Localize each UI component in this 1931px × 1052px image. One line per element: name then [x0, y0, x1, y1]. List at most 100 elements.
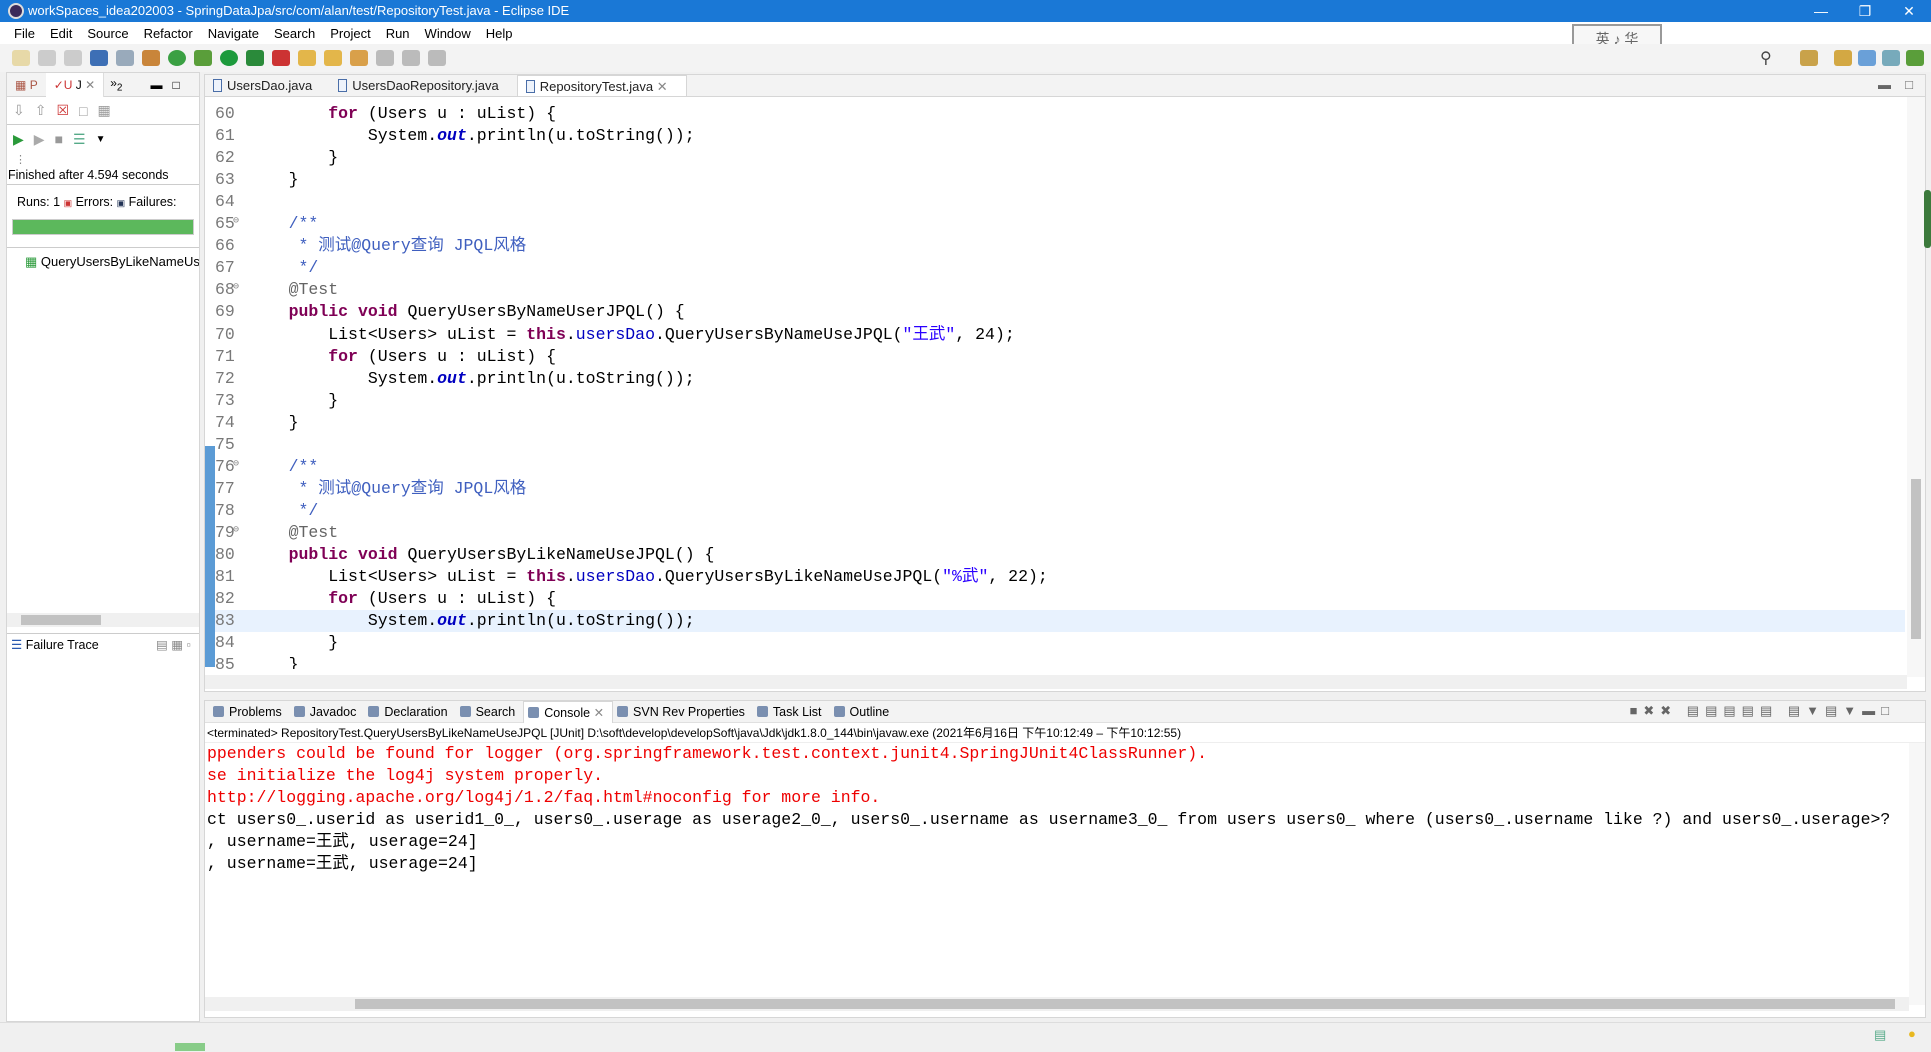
annotation-icon[interactable] [376, 50, 394, 66]
code-line[interactable]: 70 List<Users> uList = this.usersDao.Que… [205, 324, 1905, 346]
code-line[interactable]: 80 public void QueryUsersByLikeNameUseJP… [205, 544, 1905, 566]
code-line[interactable]: 64 [205, 191, 1905, 213]
console-output[interactable]: ppenders could be found for logger (org.… [205, 743, 1925, 875]
coverage-icon[interactable] [246, 50, 264, 66]
editor-tab[interactable]: UsersDaoRepository.java [330, 75, 516, 96]
fold-toggle-icon[interactable]: ⊖ [233, 277, 239, 299]
tab-console[interactable]: Console ✕ [523, 700, 614, 723]
editor-tab[interactable]: RepositoryTest.java ✕ [516, 75, 687, 96]
code-line[interactable]: 60 for (Users u : uList) { [205, 103, 1905, 125]
compare-icon[interactable]: ▤ ▦ ▫ [156, 634, 191, 656]
new-package-icon[interactable] [142, 50, 160, 66]
code-line[interactable]: 62 } [205, 147, 1905, 169]
close-tab-icon[interactable]: ✕ [594, 706, 604, 720]
external-tools-icon[interactable] [272, 50, 290, 66]
editor-minimize-button[interactable]: ▬ [1878, 77, 1891, 92]
terminal-icon[interactable] [90, 50, 108, 66]
menu-navigate[interactable]: Navigate [208, 26, 259, 41]
code-line[interactable]: 74 } [205, 412, 1905, 434]
debug-perspective-icon[interactable] [1906, 50, 1924, 66]
menu-source[interactable]: Source [87, 26, 128, 41]
code-line[interactable]: 65 ⊖ /** [205, 213, 1905, 235]
history-icon[interactable]: ☰ [73, 131, 86, 148]
editor-horizontal-scrollbar[interactable] [205, 675, 1907, 689]
menu-help[interactable]: Help [486, 26, 513, 41]
tip-icon[interactable]: ● [1908, 1026, 1916, 1041]
code-line[interactable]: 61 System.out.println(u.toString()); [205, 125, 1905, 147]
editor-maximize-button[interactable]: □ [1905, 77, 1913, 92]
notifications-icon[interactable]: ▤ [1874, 1027, 1886, 1043]
code-line[interactable]: 82 for (Users u : uList) { [205, 588, 1905, 610]
code-line[interactable]: 75 [205, 434, 1905, 456]
tab-outline[interactable]: Outline [830, 701, 898, 723]
code-line[interactable]: 85 } [205, 654, 1905, 669]
maximize-view-button[interactable]: □ [172, 78, 179, 92]
code-line[interactable]: 81 List<Users> uList = this.usersDao.Que… [205, 566, 1905, 588]
minimize-view-button[interactable]: ▬ [150, 78, 162, 92]
code-line[interactable]: 68 ⊖ @Test [205, 279, 1905, 301]
fold-toggle-icon[interactable]: ⊖ [233, 211, 239, 233]
menu-window[interactable]: Window [425, 26, 471, 41]
test-tree-item[interactable]: ▦ QueryUsersByLikeNameUseJPQL [7, 247, 199, 270]
save-all-icon[interactable] [64, 50, 82, 66]
skip-breakpoints-icon[interactable] [116, 50, 134, 66]
previous-failure-icon[interactable]: ⇧ [35, 102, 47, 119]
tab-task-list[interactable]: Task List [753, 701, 830, 723]
console-vertical-scrollbar[interactable] [1909, 743, 1925, 1005]
menu-refactor[interactable]: Refactor [144, 26, 193, 41]
code-line[interactable]: 77 * 测试@Query查询 JPQL风格 [205, 478, 1905, 500]
fold-toggle-icon[interactable]: ⊖ [233, 520, 239, 542]
menu-edit[interactable]: Edit [50, 26, 72, 41]
open-perspective-icon[interactable] [1800, 50, 1818, 66]
tab-svn-rev-properties[interactable]: SVN Rev Properties [613, 701, 753, 723]
back-icon[interactable] [402, 50, 420, 66]
tree-horizontal-scrollbar[interactable] [7, 613, 199, 627]
tab-search[interactable]: Search [456, 701, 524, 723]
next-failure-icon[interactable]: ⇩ [13, 102, 25, 119]
code-line[interactable]: 78 */ [205, 500, 1905, 522]
code-line[interactable]: 67 */ [205, 257, 1905, 279]
code-line[interactable]: 69 public void QueryUsersByNameUserJPQL(… [205, 301, 1905, 323]
code-editor[interactable]: UsersDao.java UsersDaoRepository.java Repo… [204, 74, 1926, 692]
code-area[interactable]: 60 for (Users u : uList) {61 System.out.… [205, 97, 1905, 669]
debug-icon[interactable] [194, 50, 212, 66]
java-perspective-icon[interactable] [1858, 50, 1876, 66]
code-line[interactable]: 79 ⊖ @Test [205, 522, 1905, 544]
run-icon[interactable] [220, 50, 238, 66]
close-tab-icon[interactable]: ✕ [657, 79, 668, 94]
close-button[interactable]: ✕ [1887, 0, 1931, 22]
new-class-icon[interactable] [168, 50, 186, 66]
code-line[interactable]: 66 * 测试@Query查询 JPQL风格 [205, 235, 1905, 257]
menu-search[interactable]: Search [274, 26, 315, 41]
maximize-button[interactable]: ❐ [1843, 0, 1887, 22]
search-icon[interactable]: ⚲ [1760, 48, 1772, 68]
console-toolbar[interactable]: ■✖✖ ▤▤▤▤▤ ▤▼▤▼▬□ [1630, 703, 1895, 719]
menu-project[interactable]: Project [330, 26, 370, 41]
open-task-icon[interactable] [324, 50, 342, 66]
editor-tab[interactable]: UsersDao.java [205, 75, 330, 96]
console-horizontal-scrollbar[interactable] [205, 997, 1909, 1011]
show-failures-only-icon[interactable]: ☒ [56, 102, 69, 119]
view-menu-icon[interactable]: ▼ [96, 134, 106, 145]
tab-package-explorer[interactable]: ▦ P [7, 78, 46, 92]
more-views-button[interactable]: »2 [104, 76, 128, 93]
tab-javadoc[interactable]: Javadoc [290, 701, 365, 723]
open-type-icon[interactable] [298, 50, 316, 66]
new-icon[interactable] [12, 50, 30, 66]
tab-problems[interactable]: Problems [209, 701, 290, 723]
code-line[interactable]: 84 } [205, 632, 1905, 654]
editor-vertical-scrollbar[interactable] [1907, 97, 1925, 677]
tab-declaration[interactable]: Declaration [364, 701, 455, 723]
rerun-failed-icon[interactable]: ▶ [34, 131, 45, 148]
fold-toggle-icon[interactable]: ⊖ [233, 454, 239, 476]
stop-icon[interactable]: ■ [55, 131, 63, 147]
scroll-lock-icon[interactable]: □ [79, 103, 87, 119]
code-line[interactable]: 76 ⊖ /** [205, 456, 1905, 478]
save-icon[interactable] [38, 50, 56, 66]
java-ee-perspective-icon[interactable] [1834, 50, 1852, 66]
svn-perspective-icon[interactable] [1882, 50, 1900, 66]
code-line[interactable]: 83 System.out.println(u.toString()); [205, 610, 1905, 633]
code-line[interactable]: 63 } [205, 169, 1905, 191]
search-tool-icon[interactable] [350, 50, 368, 66]
code-line[interactable]: 71 for (Users u : uList) { [205, 346, 1905, 368]
